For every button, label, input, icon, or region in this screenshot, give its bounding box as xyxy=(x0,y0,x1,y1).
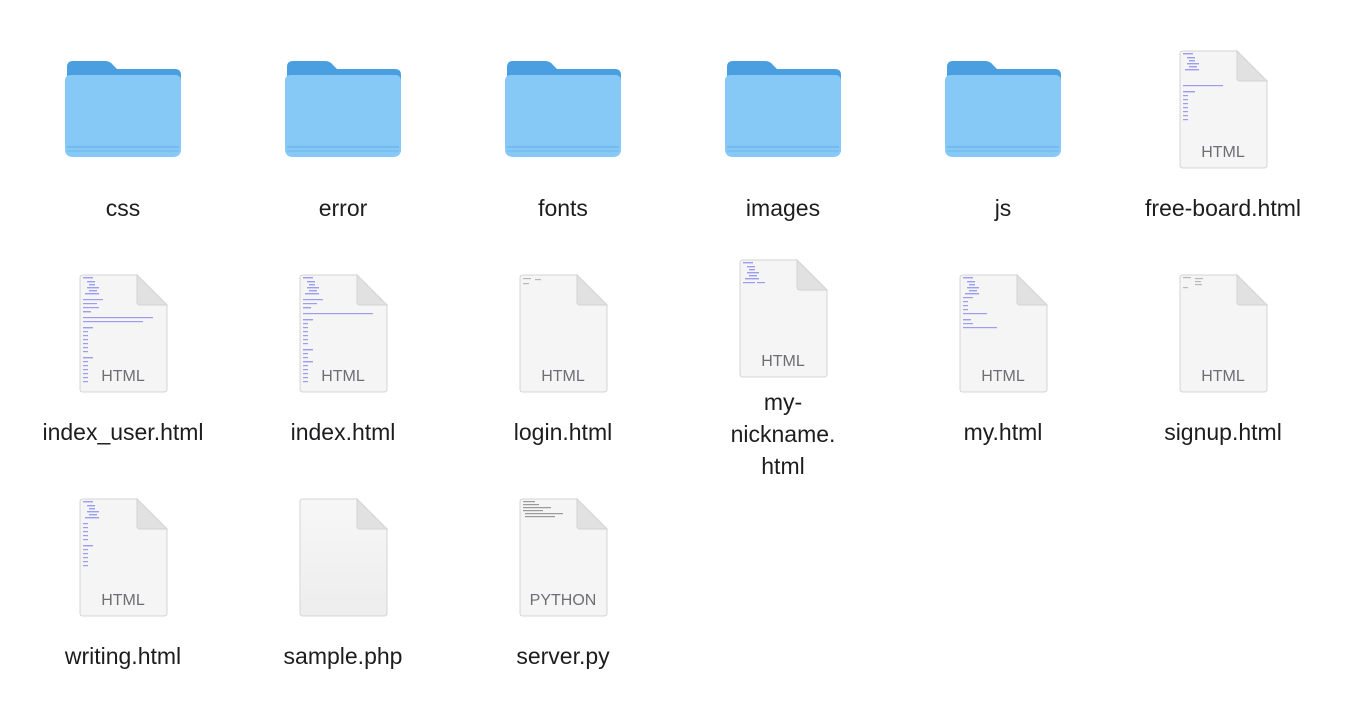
file-item-writing[interactable]: HTML writing.html xyxy=(13,482,233,706)
file-label: login.html xyxy=(513,419,613,445)
folder-label: js xyxy=(994,195,1012,221)
html-file-icon: HTML xyxy=(233,258,453,408)
folder-icon xyxy=(673,34,893,184)
folder-label: images xyxy=(745,195,821,221)
file-label: index.html xyxy=(290,419,396,445)
html-file-icon: HTML xyxy=(1113,258,1333,408)
file-type-text: HTML xyxy=(1201,144,1245,161)
folder-item-error[interactable]: error xyxy=(233,34,453,258)
file-label: index_user.html xyxy=(42,419,204,445)
file-type-text: PYTHON xyxy=(530,592,597,609)
file-type-text: HTML xyxy=(321,368,365,385)
file-item-free-board[interactable]: HTML free-board.html xyxy=(1113,34,1333,258)
python-file-icon: PYTHON xyxy=(453,482,673,632)
html-file-icon: HTML xyxy=(673,258,893,378)
file-item-index[interactable]: HTML index.html xyxy=(233,258,453,482)
file-type-text: HTML xyxy=(981,368,1025,385)
folder-label: error xyxy=(318,195,368,221)
file-label: server.py xyxy=(516,643,610,669)
folder-icon xyxy=(13,34,233,184)
php-file-icon xyxy=(233,482,453,632)
file-type-text: HTML xyxy=(761,353,805,370)
file-label: my-nickname.html xyxy=(730,389,836,479)
html-file-icon: HTML xyxy=(1113,34,1333,184)
file-item-login[interactable]: HTML login.html xyxy=(453,258,673,482)
folder-item-fonts[interactable]: fonts xyxy=(453,34,673,258)
file-item-index-user[interactable]: HTML index_user.html xyxy=(13,258,233,482)
folder-item-images[interactable]: images xyxy=(673,34,893,258)
file-type-text: HTML xyxy=(101,368,145,385)
file-label: free-board.html xyxy=(1145,195,1301,221)
file-type-text: HTML xyxy=(541,368,585,385)
file-grid: css error fonts images js HTML free-boar… xyxy=(13,34,1333,706)
folder-item-js[interactable]: js xyxy=(893,34,1113,258)
file-item-sample-php[interactable]: sample.php xyxy=(233,482,453,706)
folder-icon xyxy=(453,34,673,184)
folder-item-css[interactable]: css xyxy=(13,34,233,258)
file-label: sample.php xyxy=(283,643,403,669)
html-file-icon: HTML xyxy=(893,258,1113,408)
file-label: signup.html xyxy=(1164,419,1282,445)
folder-label: css xyxy=(105,195,141,221)
folder-label: fonts xyxy=(538,195,588,221)
html-file-icon: HTML xyxy=(453,258,673,408)
folder-icon xyxy=(233,34,453,184)
file-label: writing.html xyxy=(64,643,182,669)
folder-icon xyxy=(893,34,1113,184)
file-label: my.html xyxy=(963,419,1043,445)
file-item-server-py[interactable]: PYTHON server.py xyxy=(453,482,673,706)
file-item-signup[interactable]: HTML signup.html xyxy=(1113,258,1333,482)
html-file-icon: HTML xyxy=(13,258,233,408)
file-item-my-nickname[interactable]: HTML my-nickname.html xyxy=(673,258,893,482)
file-type-text: HTML xyxy=(101,592,145,609)
file-item-my[interactable]: HTML my.html xyxy=(893,258,1113,482)
html-file-icon: HTML xyxy=(13,482,233,632)
file-type-text: HTML xyxy=(1201,368,1245,385)
